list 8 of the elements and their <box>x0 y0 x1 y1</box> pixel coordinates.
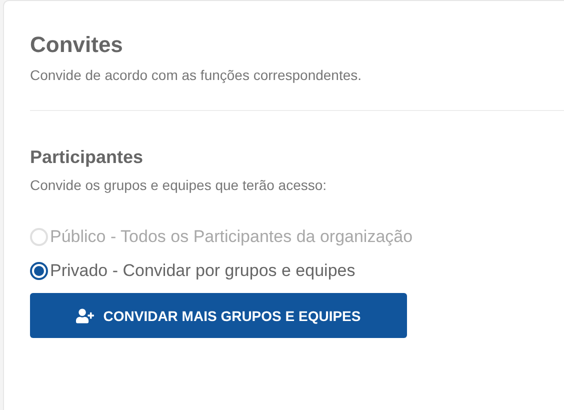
invite-button[interactable]: CONVIDAR MAIS GRUPOS E EQUIPES <box>30 293 407 338</box>
user-plus-icon <box>76 306 94 324</box>
section-title: Convites <box>30 31 124 59</box>
participants-description: Convide os grupos e equipes que terão acesso: <box>30 177 328 193</box>
radio-button[interactable] <box>30 262 48 280</box>
section-subtitle: Convide de acordo com as funções correspondentes. <box>30 67 363 83</box>
radio-option[interactable]: Privado - Convidar por grupos e equipes <box>30 261 564 281</box>
participants-heading: Participantes <box>30 147 144 168</box>
